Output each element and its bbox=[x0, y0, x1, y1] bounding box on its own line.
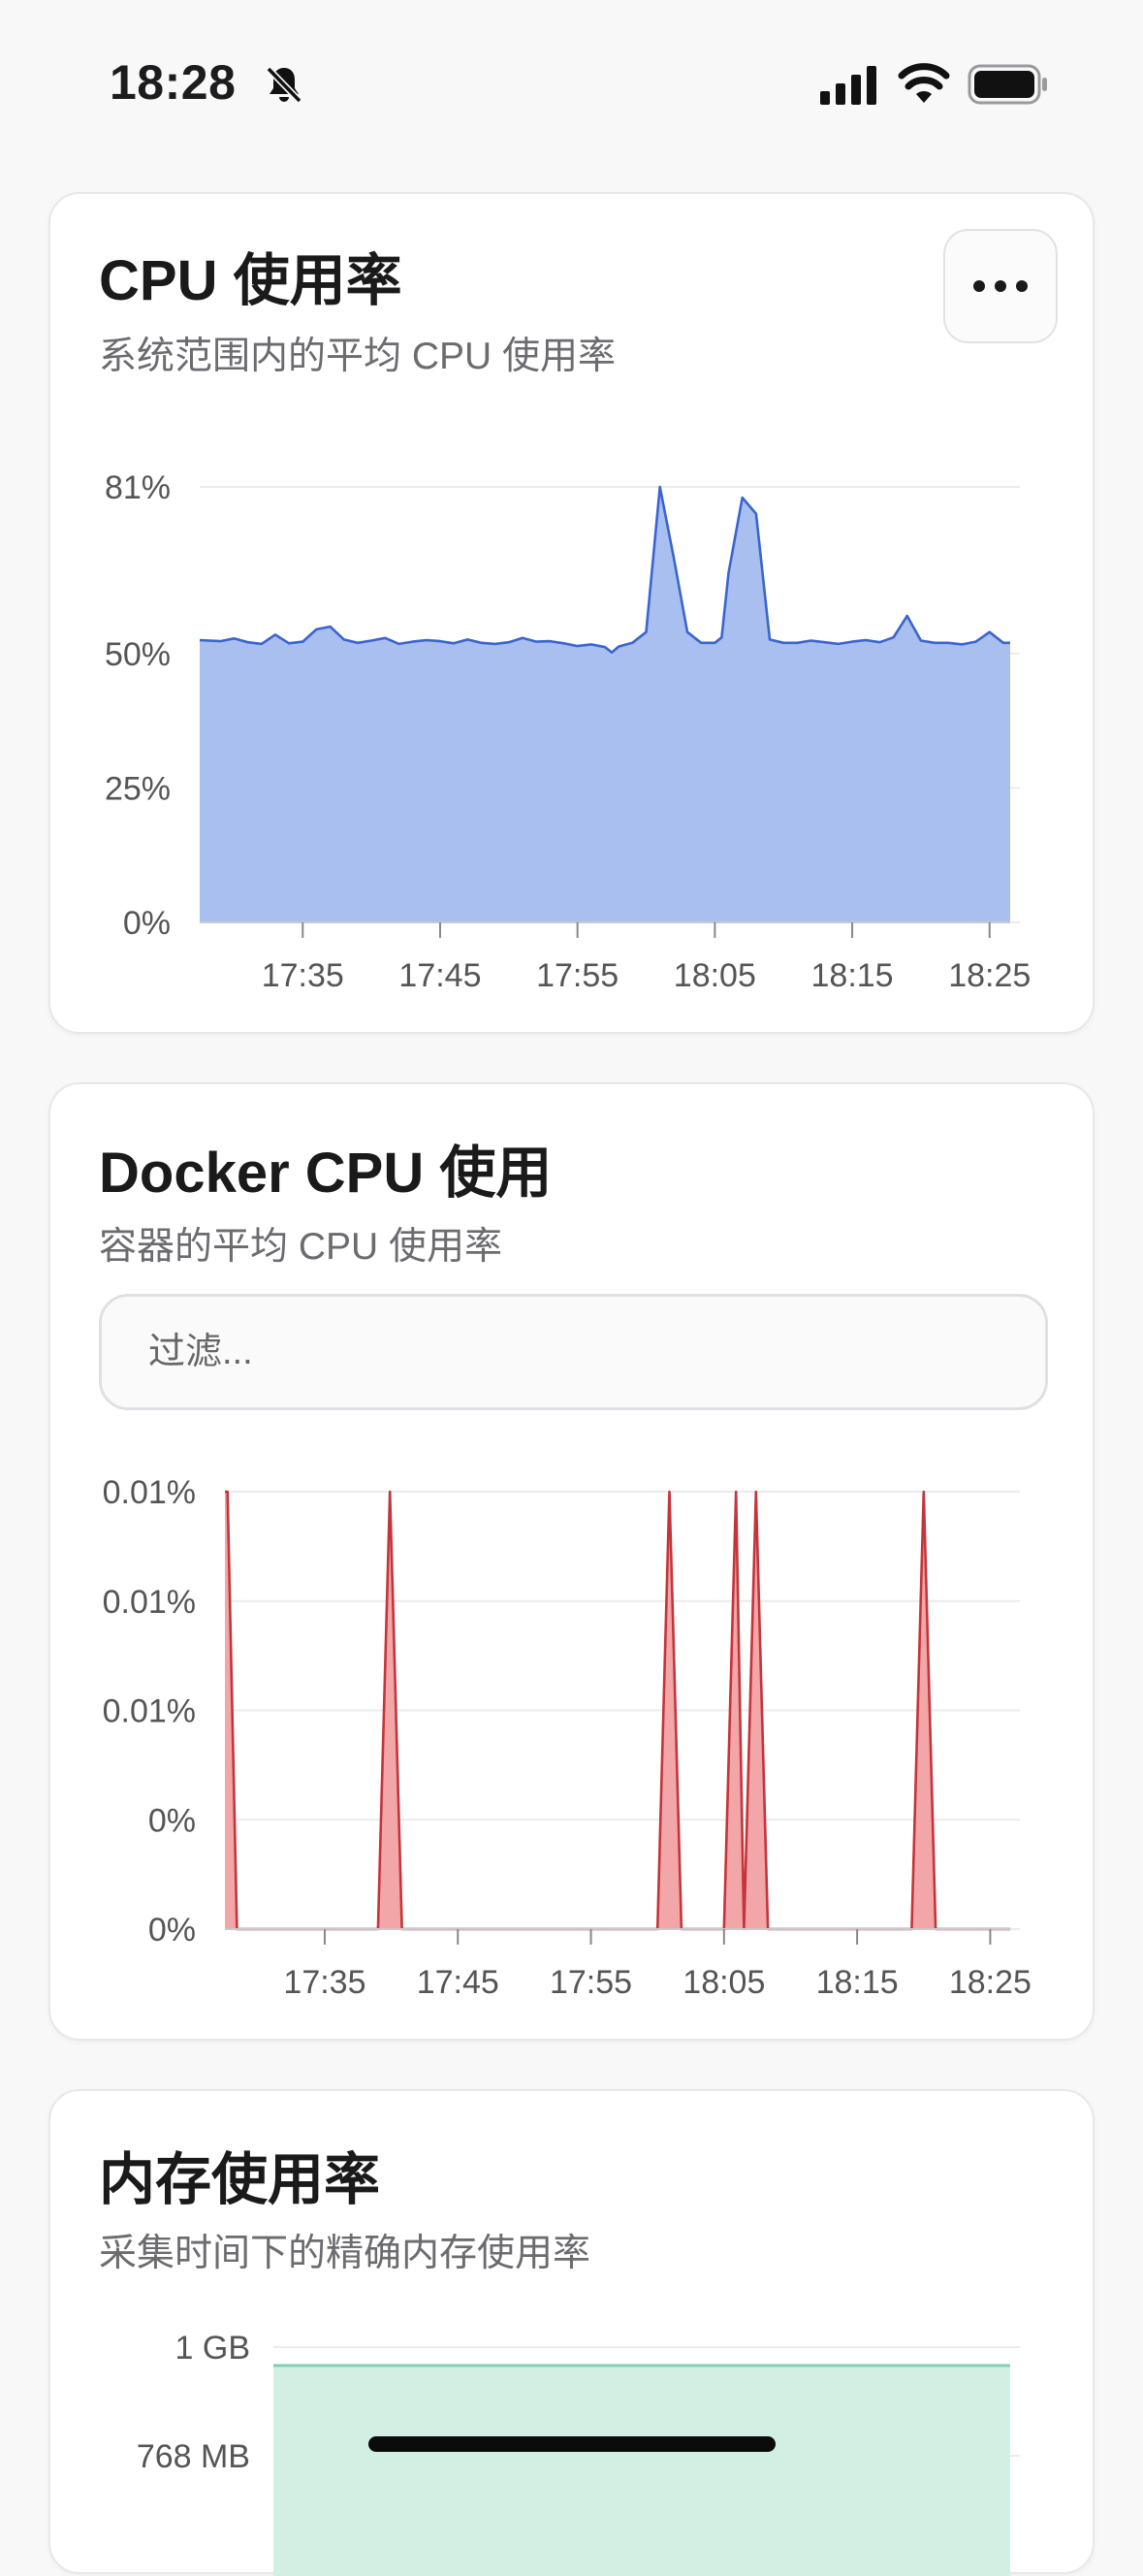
y-tick-label: 50% bbox=[105, 636, 171, 673]
x-tick-label: 17:55 bbox=[550, 1964, 632, 2001]
docker-cpu-chart: 0% 0% 0.01% 0.01% 0.01% 17:35 17:45 17:55 18:05 1… bbox=[103, 1474, 1032, 2001]
x-tick-label: 17:35 bbox=[262, 957, 344, 994]
y-tick-label: 768 MB bbox=[137, 2438, 250, 2475]
cellular-signal-icon bbox=[820, 66, 876, 105]
x-tick-label: 18:25 bbox=[948, 957, 1031, 994]
x-tick-label: 17:55 bbox=[536, 957, 619, 994]
y-tick-label: 1 GB bbox=[175, 2330, 250, 2367]
cpu-usage-chart: 0% 25% 50% 81% 17:35 17:45 17:55 18:05 18:15 18:2… bbox=[105, 469, 1031, 994]
x-tick-label: 18:05 bbox=[683, 1964, 765, 2001]
home-indicator bbox=[368, 2436, 776, 2452]
status-bar: 18:28 bbox=[0, 0, 1143, 170]
x-tick-label: 17:45 bbox=[417, 1964, 499, 2001]
series-line bbox=[199, 485, 1010, 654]
series-area bbox=[273, 2366, 1010, 2576]
y-tick-label: 0.01% bbox=[103, 1693, 196, 1730]
x-tick-label: 17:45 bbox=[398, 957, 481, 994]
status-time: 18:28 bbox=[110, 55, 237, 110]
y-tick-label: 0% bbox=[123, 905, 171, 942]
battery-icon bbox=[968, 64, 1047, 105]
docker-cpu-card: Docker CPU 使用 容器的平均 CPU 使用率 0%0%0.01%0.0… bbox=[48, 1082, 1095, 2041]
y-tick-label: 0% bbox=[148, 1912, 196, 1948]
x-tick-label: 18:25 bbox=[949, 1964, 1032, 2001]
x-tick-label: 18:15 bbox=[816, 1964, 899, 2001]
series-area bbox=[200, 487, 1010, 922]
y-tick-label: 0.01% bbox=[103, 1474, 196, 1511]
bell-slash-icon bbox=[266, 66, 302, 104]
cpu-usage-card: CPU 使用率 系统范围内的平均 CPU 使用率 0% 25% 50% 81% 17:3… bbox=[48, 192, 1095, 1034]
y-tick-label: 81% bbox=[105, 469, 171, 506]
y-tick-label: 25% bbox=[105, 770, 171, 807]
x-tick-label: 18:15 bbox=[811, 957, 894, 994]
wifi-icon bbox=[898, 63, 950, 103]
memory-usage-card: 内存使用率 采集时间下的精确内存使用率 1 GB 768 MB bbox=[48, 2089, 1095, 2576]
memory-usage-chart: 1 GB 768 MB bbox=[137, 2330, 1020, 2576]
x-tick-label: 18:05 bbox=[674, 957, 756, 994]
y-tick-label: 0% bbox=[148, 1802, 196, 1839]
x-tick-label: 17:35 bbox=[283, 1964, 365, 2001]
y-tick-label: 0.01% bbox=[103, 1584, 196, 1621]
